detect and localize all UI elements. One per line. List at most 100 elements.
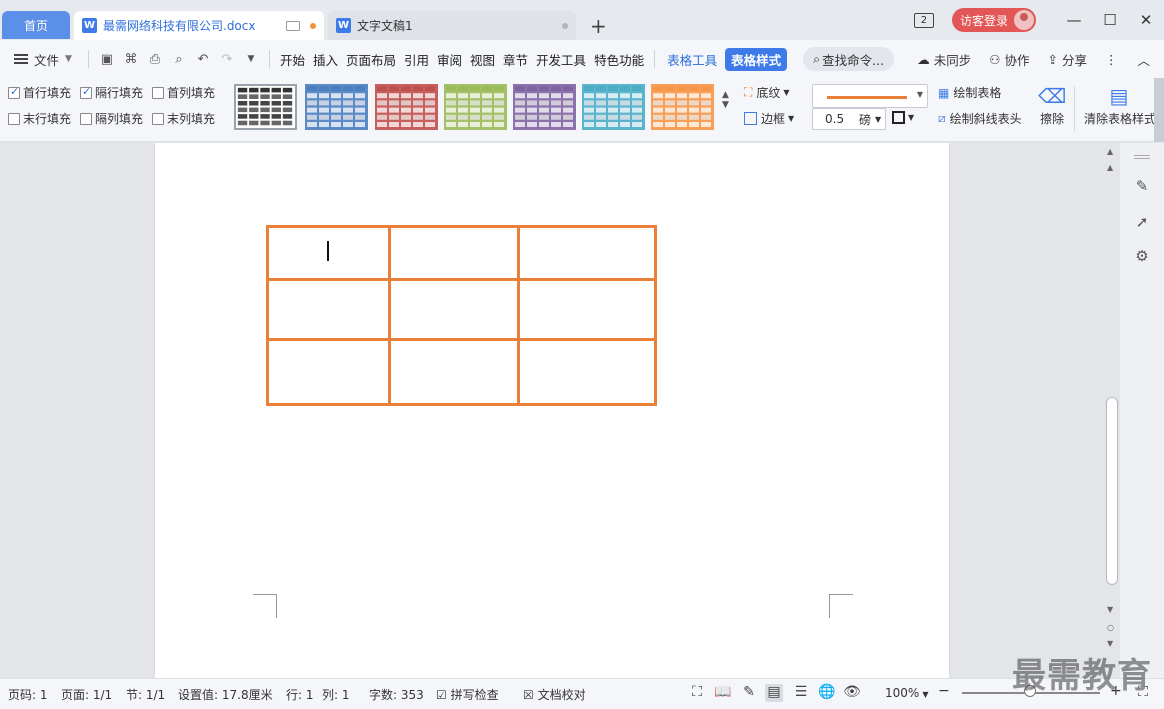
spell-check-button[interactable]: ☑ 拼写检查: [436, 686, 499, 703]
menu-item-reference[interactable]: 引用: [400, 50, 433, 69]
status-page-code[interactable]: 页码: 1: [8, 686, 48, 703]
table-cell[interactable]: [388, 278, 520, 341]
table-cell[interactable]: [266, 278, 391, 341]
settings-sliders-icon[interactable]: ⚙: [1132, 247, 1152, 267]
maximize-button[interactable]: ☐: [1092, 11, 1128, 29]
line-style-select[interactable]: ▼: [812, 84, 928, 108]
pen-edit-icon[interactable]: ✎: [1132, 177, 1152, 197]
menu-item-review[interactable]: 审阅: [433, 50, 466, 69]
table-style-thumb[interactable]: [582, 84, 645, 130]
menu-item-developer[interactable]: 开发工具: [532, 50, 590, 69]
table-cell[interactable]: [388, 225, 520, 281]
minimize-button[interactable]: —: [1056, 11, 1092, 29]
menu-item-chapter[interactable]: 章节: [499, 50, 532, 69]
login-button[interactable]: 访客登录: [951, 8, 1036, 32]
table-style-thumb[interactable]: [305, 84, 368, 130]
document-page[interactable]: [155, 143, 949, 678]
menu-item-insert[interactable]: 插入: [309, 50, 342, 69]
share-button[interactable]: ⇪ 分享: [1047, 50, 1087, 69]
document-table[interactable]: [266, 225, 657, 406]
status-section[interactable]: 节: 1/1: [126, 686, 165, 703]
menu-item-features[interactable]: 特色功能: [590, 50, 648, 69]
line-weight-select[interactable]: 0.5 磅 ▼: [812, 108, 886, 130]
file-menu[interactable]: 文件 ▼: [0, 50, 72, 69]
sync-button[interactable]: ☁ 未同步: [917, 50, 971, 69]
redo-icon[interactable]: ↷: [215, 52, 239, 67]
menu-item-layout[interactable]: 页面布局: [342, 50, 400, 69]
write-mode-icon[interactable]: ✎: [740, 684, 758, 702]
status-page[interactable]: 页面: 1/1: [61, 686, 112, 703]
read-mode-icon[interactable]: 📖: [714, 684, 732, 702]
writer-doc-icon: W: [336, 18, 351, 33]
outline-view-icon[interactable]: ☰: [792, 684, 810, 702]
doc-tab-active[interactable]: W 最需网络科技有限公司.docx: [74, 11, 324, 40]
collapse-ribbon-icon[interactable]: ︿: [1137, 50, 1150, 69]
command-search[interactable]: ⌕ 查找命令...: [803, 47, 895, 71]
border-button[interactable]: 边框 ▼: [744, 110, 794, 127]
table-style-thumb[interactable]: [513, 84, 576, 130]
table-style-thumb[interactable]: [375, 84, 438, 130]
scroll-down-icon[interactable]: ▼: [1107, 605, 1113, 614]
save-icon[interactable]: ▣: [95, 52, 119, 67]
status-word-count[interactable]: 字数: 353: [369, 686, 424, 703]
doc-tab-second[interactable]: W 文字文稿1: [328, 11, 576, 40]
draw-table-button[interactable]: ▦ 绘制表格: [938, 84, 1001, 101]
scroll-up-icon[interactable]: ▲: [1107, 163, 1113, 172]
select-cursor-icon[interactable]: ➚: [1132, 213, 1152, 233]
fullscreen-icon[interactable]: ⛶: [688, 684, 706, 702]
menu-item-start[interactable]: 开始: [276, 50, 309, 69]
table-style-thumb[interactable]: [234, 84, 297, 130]
undo-icon[interactable]: ↶: [191, 52, 215, 67]
checkbox-last-col-fill[interactable]: 末列填充: [152, 110, 215, 127]
window-count-badge[interactable]: 2: [913, 12, 934, 28]
close-button[interactable]: ✕: [1128, 11, 1164, 29]
scrollbar-thumb[interactable]: [1106, 397, 1118, 585]
print-preview-icon[interactable]: ⌕: [167, 52, 191, 67]
clear-table-style-button[interactable]: ▤ 清除表格样式: [1084, 84, 1154, 127]
zoom-level[interactable]: 100% ▼: [885, 686, 928, 700]
ribbon-scrollbar[interactable]: [1154, 78, 1164, 142]
table-cell[interactable]: [517, 225, 657, 281]
zoom-out-button[interactable]: −: [938, 683, 950, 699]
scroll-bottom-icon[interactable]: ▼: [1107, 639, 1113, 648]
draw-diagonal-button[interactable]: ⧄ 绘制斜线表头: [938, 110, 1022, 127]
prev-page-icon[interactable]: ○: [1107, 623, 1114, 632]
table-cell[interactable]: [517, 338, 657, 406]
web-view-icon[interactable]: 🌐: [818, 684, 836, 702]
collab-button[interactable]: ⚇ 协作: [989, 50, 1029, 69]
menu-item-table-style[interactable]: 表格样式: [725, 47, 788, 71]
gallery-expand-icon[interactable]: ▲ ▼: [722, 90, 729, 110]
table-cell[interactable]: [517, 278, 657, 341]
home-tab[interactable]: 首页: [2, 11, 70, 39]
table-style-thumb[interactable]: [444, 84, 507, 130]
checkbox-first-col-fill[interactable]: 首列填充: [152, 84, 215, 101]
customize-chevron-icon[interactable]: ▼: [239, 54, 263, 64]
checkbox-last-row-fill[interactable]: 末行填充: [8, 110, 71, 127]
checkbox-first-row-fill[interactable]: 首行填充: [8, 84, 71, 101]
status-setting[interactable]: 设置值: 17.8厘米: [178, 686, 273, 703]
format-painter-icon[interactable]: ⌘: [119, 52, 143, 67]
drag-handle-icon[interactable]: [1134, 155, 1150, 159]
table-cell[interactable]: [388, 338, 520, 406]
menu-item-table-tools[interactable]: 表格工具: [661, 50, 723, 69]
scroll-top-icon[interactable]: ▲: [1107, 147, 1113, 156]
unsaved-dot-icon[interactable]: [310, 22, 316, 29]
vertical-scrollbar[interactable]: ▲ ▲ ▼ ○ ▼: [1104, 143, 1118, 678]
table-style-thumb[interactable]: [651, 84, 714, 130]
checkbox-banded-rows[interactable]: 隔行填充: [80, 84, 143, 101]
eye-care-icon[interactable]: 👁: [843, 684, 861, 702]
erase-button[interactable]: ⌫ 擦除: [1038, 84, 1066, 127]
eraser-icon: ⌫: [1038, 84, 1067, 108]
table-cell[interactable]: [266, 338, 391, 406]
page-view-icon[interactable]: ▤: [765, 684, 783, 702]
line-color-button[interactable]: ▼: [892, 111, 914, 124]
monitor-icon[interactable]: [286, 20, 300, 31]
shading-button[interactable]: ⛶ 底纹 ▼: [744, 84, 790, 101]
menu-item-view[interactable]: 视图: [466, 50, 499, 69]
tab-close-dot-icon[interactable]: [562, 22, 568, 29]
more-icon[interactable]: ⋮: [1105, 52, 1118, 67]
new-tab-button[interactable]: +: [590, 14, 607, 38]
checkbox-banded-cols[interactable]: 隔列填充: [80, 110, 143, 127]
print-icon[interactable]: ⎙: [143, 52, 167, 67]
doc-proof-button[interactable]: ☒ 文档校对: [523, 686, 586, 703]
